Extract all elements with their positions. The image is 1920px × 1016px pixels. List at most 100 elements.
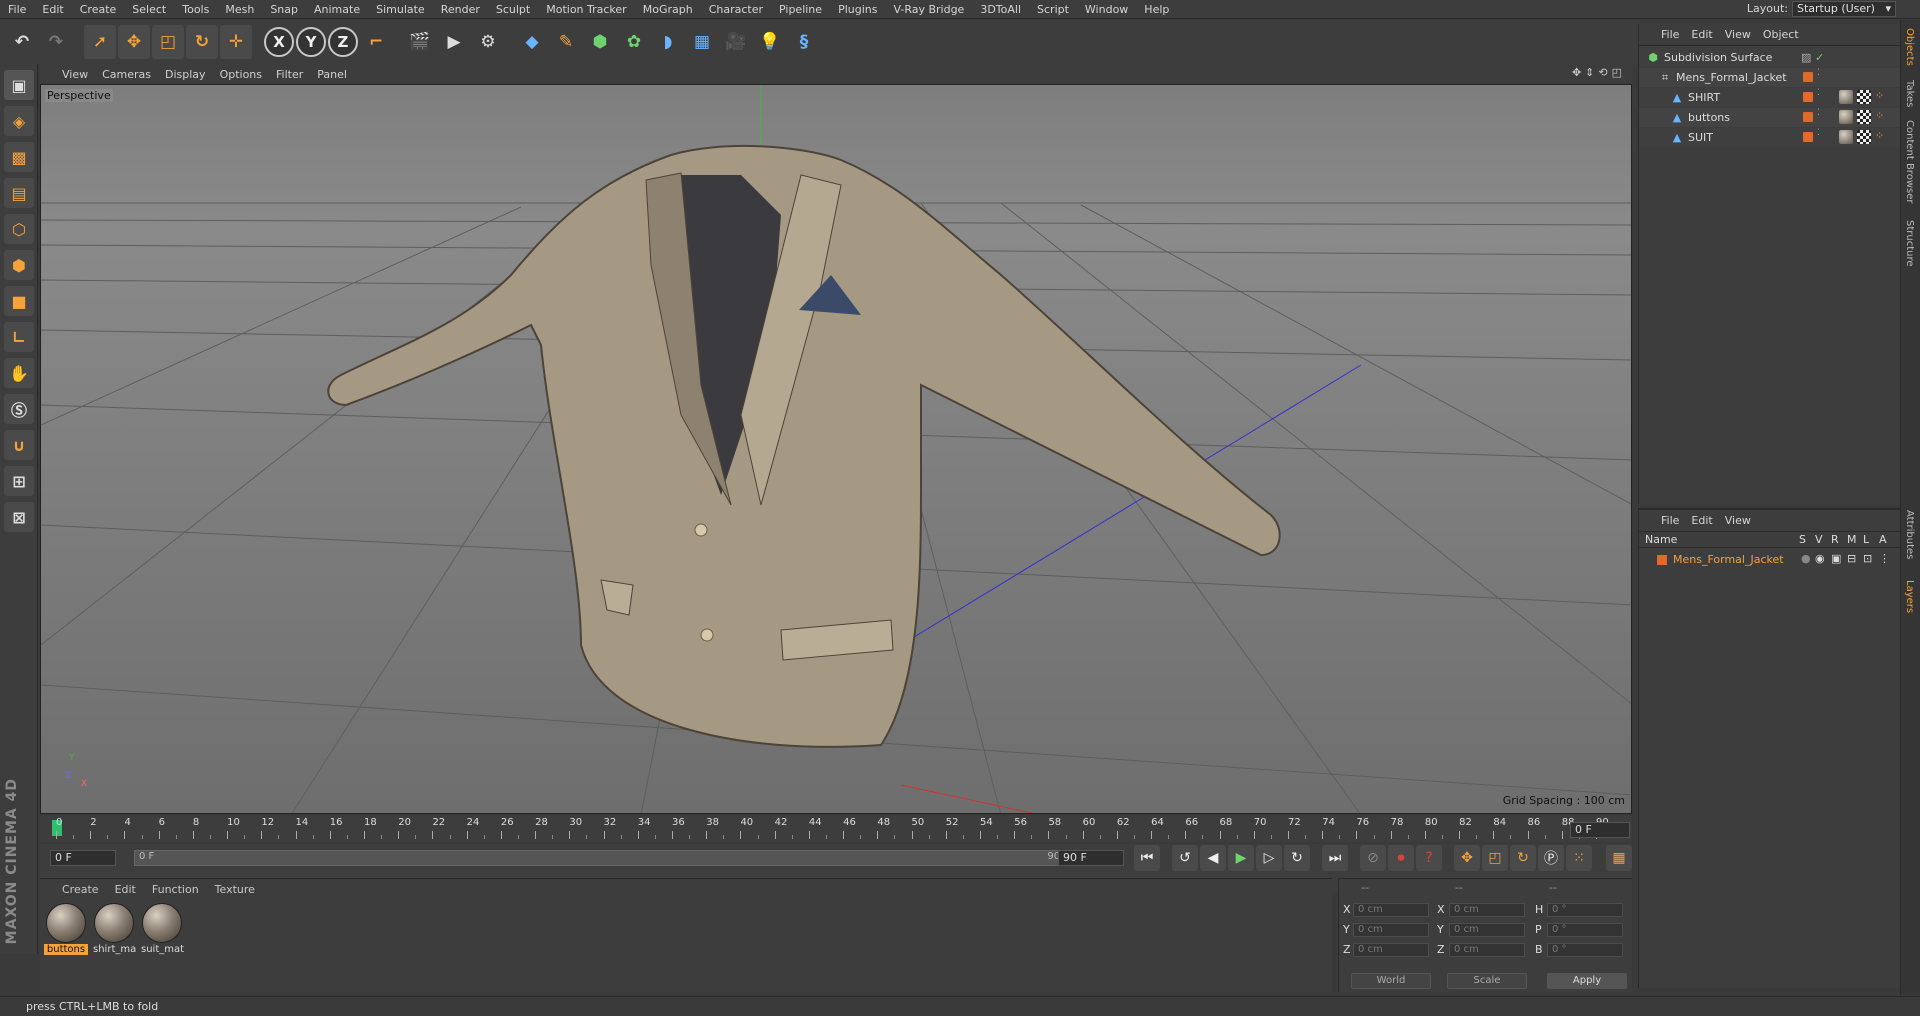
viewport-menu-options[interactable]: Options xyxy=(220,68,262,81)
end-frame-field[interactable]: 90 F xyxy=(1058,850,1124,866)
coord-rotation-field[interactable]: 0 ° xyxy=(1547,923,1623,937)
menu-pipeline[interactable]: Pipeline xyxy=(771,3,830,16)
layer-row[interactable]: Mens_Formal_Jacket ● ◉ ▣ ⊟ ⊡ ⋮ xyxy=(1639,550,1900,569)
enabled-check-icon[interactable]: ✓ xyxy=(1815,51,1824,64)
viewport-navigation-icons[interactable]: ✥⇕⟲◰ xyxy=(1572,66,1626,79)
visible-toggle-icon[interactable]: ◉ xyxy=(1815,552,1825,565)
coord-size-field[interactable]: 0 cm xyxy=(1449,903,1525,917)
side-tab-structure[interactable]: Structure xyxy=(1904,220,1915,267)
go-to-end-icon[interactable]: ⏭ xyxy=(1322,845,1348,871)
menu-mograph[interactable]: MoGraph xyxy=(635,3,701,16)
menu-3dtoall[interactable]: 3DToAll xyxy=(972,3,1029,16)
layer-color-chip[interactable] xyxy=(1803,112,1813,122)
object-row[interactable]: ▲ buttons ⁚ ⁘ xyxy=(1639,108,1900,127)
material-menu-edit[interactable]: Edit xyxy=(115,883,136,896)
manager-toggle-icon[interactable]: ⊟ xyxy=(1847,552,1856,565)
layer-color-chip[interactable] xyxy=(1803,132,1813,142)
play-icon[interactable]: ▶ xyxy=(1228,845,1254,871)
render-toggle-icon[interactable]: ▣ xyxy=(1831,552,1841,565)
next-key-icon[interactable]: ↻ xyxy=(1284,845,1310,871)
pen-spline-icon[interactable]: ✎ xyxy=(550,25,582,59)
object-row[interactable]: ⬢ Subdivision Surface ▨ ✓ xyxy=(1639,48,1900,67)
menu-help[interactable]: Help xyxy=(1136,3,1177,16)
layer-menu-edit[interactable]: Edit xyxy=(1691,514,1712,527)
lock-workplane-icon[interactable]: ⊞ xyxy=(4,466,34,496)
side-tab-objects[interactable]: Objects xyxy=(1904,28,1915,66)
coord-position-field[interactable]: 0 cm xyxy=(1353,943,1429,957)
previous-key-icon[interactable]: ↺ xyxy=(1172,845,1198,871)
menu-plugins[interactable]: Plugins xyxy=(830,3,885,16)
menu-animate[interactable]: Animate xyxy=(306,3,368,16)
side-tab-attributes[interactable]: Attributes xyxy=(1904,510,1915,559)
texture-mode-icon[interactable]: ▩ xyxy=(4,142,34,172)
material-swatch[interactable]: buttons xyxy=(44,903,88,955)
layer-menu-view[interactable]: View xyxy=(1725,514,1751,527)
texture-tag-icon[interactable] xyxy=(1857,130,1871,144)
viewport-perspective[interactable]: Perspective Grid Spacing : 100 cm Y Z X xyxy=(40,84,1632,814)
object-menu-view[interactable]: View xyxy=(1725,28,1751,41)
snap-icon[interactable]: ∪ xyxy=(4,430,34,460)
material-tag-icon[interactable] xyxy=(1839,90,1853,104)
coord-size-field[interactable]: 0 cm xyxy=(1449,943,1525,957)
floor-scene-icon[interactable]: ▦ xyxy=(686,25,718,59)
coordinate-system-icon[interactable]: ⌐ xyxy=(360,25,392,59)
material-menu-texture[interactable]: Texture xyxy=(215,883,255,896)
planar-workplane-icon[interactable]: ⊠ xyxy=(4,502,34,532)
object-row[interactable]: ▲ SHIRT ⁚ ⁘ xyxy=(1639,88,1900,107)
menu-render[interactable]: Render xyxy=(433,3,488,16)
polygons-mode-icon[interactable]: ■ xyxy=(4,286,34,316)
animation-toggle-icon[interactable]: ⋮ xyxy=(1879,552,1890,565)
object-menu-object[interactable]: Object xyxy=(1763,28,1799,41)
x-axis-lock-button[interactable]: X xyxy=(264,27,294,57)
edges-mode-icon[interactable]: ⬢ xyxy=(4,250,34,280)
menu-v-ray-bridge[interactable]: V-Ray Bridge xyxy=(885,3,972,16)
record-keys-icon[interactable]: ⊘ xyxy=(1360,845,1386,871)
coord-position-field[interactable]: 0 cm xyxy=(1353,923,1429,937)
render-settings-icon[interactable]: ⚙ xyxy=(472,25,504,59)
uvw-tag-icon[interactable]: ⁘ xyxy=(1875,129,1884,142)
layout-select[interactable]: Startup (User) xyxy=(1792,1,1896,17)
workplane-mode-icon[interactable]: ▤ xyxy=(4,178,34,208)
apply-button[interactable]: Apply xyxy=(1547,973,1627,989)
axis-mode-icon[interactable]: ∟ xyxy=(4,322,34,352)
texture-tag-icon[interactable] xyxy=(1857,90,1871,104)
light-icon[interactable]: 💡 xyxy=(754,25,786,59)
python-icon[interactable]: § xyxy=(788,25,820,59)
side-tab-content-browser[interactable]: Content Browser xyxy=(1904,120,1915,203)
menu-script[interactable]: Script xyxy=(1029,3,1077,16)
key-rotation-icon[interactable]: ↻ xyxy=(1510,845,1536,871)
material-tag-icon[interactable] xyxy=(1839,110,1853,124)
menu-window[interactable]: Window xyxy=(1077,3,1136,16)
camera-icon[interactable]: 🎥 xyxy=(720,25,752,59)
make-editable-icon[interactable]: ▣ xyxy=(4,70,34,100)
material-swatch[interactable]: suit_mat xyxy=(140,903,184,955)
viewport-menu-display[interactable]: Display xyxy=(165,68,206,81)
menu-simulate[interactable]: Simulate xyxy=(368,3,433,16)
redo-icon[interactable]: ↷ xyxy=(40,25,72,59)
jacket-model[interactable] xyxy=(327,144,1281,748)
tweak-mode-icon[interactable]: ✋ xyxy=(4,358,34,388)
transform-icon[interactable]: ✛ xyxy=(220,25,252,59)
layer-menu-file[interactable]: File xyxy=(1661,514,1679,527)
timeline-window-icon[interactable]: ▦ xyxy=(1606,845,1632,871)
subdivision-generator-icon[interactable]: ⬢ xyxy=(584,25,616,59)
menu-select[interactable]: Select xyxy=(124,3,174,16)
menu-create[interactable]: Create xyxy=(72,3,125,16)
key-pla-icon[interactable]: ⁙ xyxy=(1566,845,1592,871)
uvw-tag-icon[interactable]: ⁘ xyxy=(1875,89,1884,102)
previous-frame-icon[interactable]: ◀ xyxy=(1200,845,1226,871)
coord-position-field[interactable]: 0 cm xyxy=(1353,903,1429,917)
keyframe-selection-icon[interactable]: ? xyxy=(1416,845,1442,871)
visibility-dots-icon[interactable]: ⁚ xyxy=(1817,128,1820,138)
autokey-icon[interactable]: ⏺ xyxy=(1388,845,1414,871)
coord-rotation-field[interactable]: 0 ° xyxy=(1547,943,1623,957)
y-axis-lock-button[interactable]: Y xyxy=(296,27,326,57)
layer-color-chip[interactable] xyxy=(1803,72,1813,82)
key-parameter-icon[interactable]: Ⓟ xyxy=(1538,845,1564,871)
viewport-menu-panel[interactable]: Panel xyxy=(317,68,347,81)
scale-icon[interactable]: ◰ xyxy=(152,25,184,59)
next-frame-icon[interactable]: ▷ xyxy=(1256,845,1282,871)
viewport-menu-filter[interactable]: Filter xyxy=(276,68,303,81)
current-frame-field[interactable]: 0 F xyxy=(1570,822,1630,838)
menu-mesh[interactable]: Mesh xyxy=(217,3,262,16)
